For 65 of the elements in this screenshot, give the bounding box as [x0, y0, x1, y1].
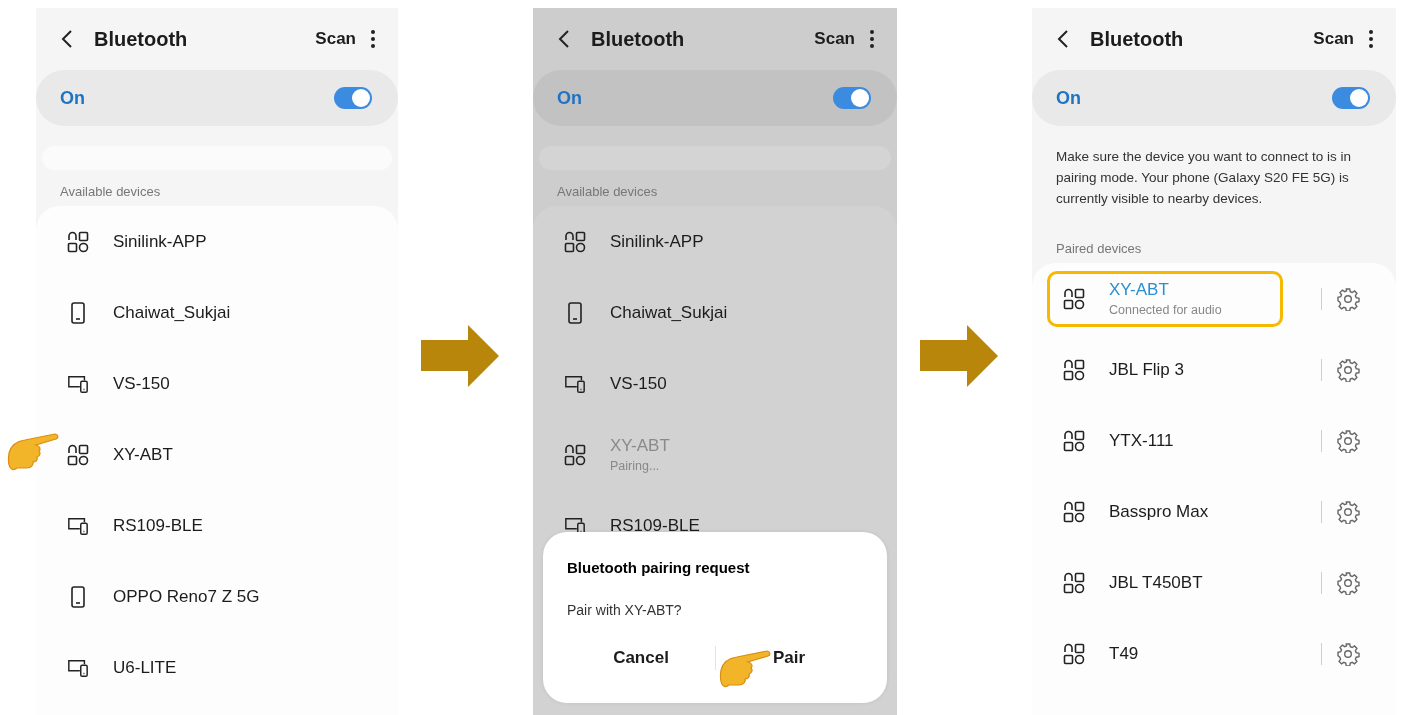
devices-icon — [67, 657, 89, 678]
dialog-title: Bluetooth pairing request — [567, 559, 751, 576]
settings-icon[interactable] — [1336, 499, 1360, 524]
device-name[interactable]: Basspro Max — [1109, 501, 1209, 522]
info-text: Make sure the device you want to connect to is in pairing mode. Your phone (Galaxy S20 FE 5G) is currently visible to nearby devices. — [1056, 148, 1352, 208]
devices-icon — [67, 515, 89, 536]
toggle-label: On — [60, 87, 86, 109]
device-grid-icon — [564, 230, 586, 253]
scan-button[interactable]: Scan — [315, 29, 356, 49]
device-grid-icon — [67, 443, 89, 466]
device-grid-icon — [1063, 358, 1085, 381]
screen-title: Bluetooth — [591, 27, 686, 51]
settings-icon[interactable] — [1336, 428, 1360, 453]
devices-icon — [564, 373, 586, 394]
toggle-label: On — [1056, 87, 1082, 109]
phone-icon — [71, 585, 85, 608]
toggle-label: On — [557, 87, 583, 109]
device-name[interactable]: RS109-BLE — [610, 515, 700, 536]
device-grid-icon — [1063, 287, 1085, 310]
section-header: Available devices — [60, 184, 162, 200]
device-name[interactable]: JBL T450BT — [1109, 572, 1203, 593]
section-header: Paired devices — [1056, 241, 1143, 257]
screen-title: Bluetooth — [1090, 27, 1185, 51]
device-status: Connected for audio — [1109, 303, 1222, 317]
device-name[interactable]: Chaiwat_Sukjai — [610, 302, 728, 323]
more-icon[interactable] — [370, 29, 376, 49]
settings-icon[interactable] — [1336, 641, 1360, 666]
device-status: Pairing... — [610, 459, 661, 473]
toggle-switch[interactable] — [1332, 87, 1370, 109]
settings-icon[interactable] — [1336, 286, 1360, 311]
scan-button[interactable]: Scan — [814, 29, 855, 49]
toggle-switch[interactable] — [334, 87, 372, 109]
phone-icon — [568, 301, 582, 324]
scan-button[interactable]: Scan — [1313, 29, 1354, 49]
devices-icon — [67, 373, 89, 394]
device-name[interactable]: XY-ABT — [113, 444, 173, 465]
device-grid-icon — [1063, 500, 1085, 523]
device-name[interactable]: OPPO Reno7 Z 5G — [113, 586, 260, 607]
device-name[interactable]: VS-150 — [610, 373, 667, 394]
device-name[interactable]: XY-ABT — [1109, 280, 1222, 300]
dialog-button[interactable]: Cancel — [613, 644, 669, 672]
device-name[interactable]: RS109-BLE — [113, 515, 203, 536]
section-header: Available devices — [557, 184, 659, 200]
device-name[interactable]: Sinilink-APP — [113, 231, 207, 252]
dialog-message: Pair with XY-ABT? — [567, 602, 683, 618]
device-name[interactable]: T49 — [1109, 643, 1139, 664]
toggle-switch[interactable] — [833, 87, 871, 109]
device-name[interactable]: JBL Flip 3 — [1109, 359, 1184, 380]
device-name[interactable]: YTX-111 — [1109, 430, 1174, 451]
screen-title: Bluetooth — [94, 27, 189, 51]
device-grid-icon — [1063, 429, 1085, 452]
device-grid-icon — [564, 443, 586, 466]
more-icon[interactable] — [1368, 29, 1374, 49]
phone-icon — [71, 301, 85, 324]
dialog-button[interactable]: Pair — [772, 644, 806, 672]
device-name[interactable]: U6-LITE — [113, 657, 177, 678]
device-name[interactable]: Sinilink-APP — [610, 231, 704, 252]
device-grid-icon — [1063, 571, 1085, 594]
device-grid-icon — [67, 230, 89, 253]
device-name[interactable]: VS-150 — [113, 373, 170, 394]
settings-icon[interactable] — [1336, 570, 1360, 595]
settings-icon[interactable] — [1336, 357, 1360, 382]
more-icon[interactable] — [869, 29, 875, 49]
device-grid-icon — [1063, 642, 1085, 665]
device-name[interactable]: Chaiwat_Sukjai — [113, 302, 231, 323]
